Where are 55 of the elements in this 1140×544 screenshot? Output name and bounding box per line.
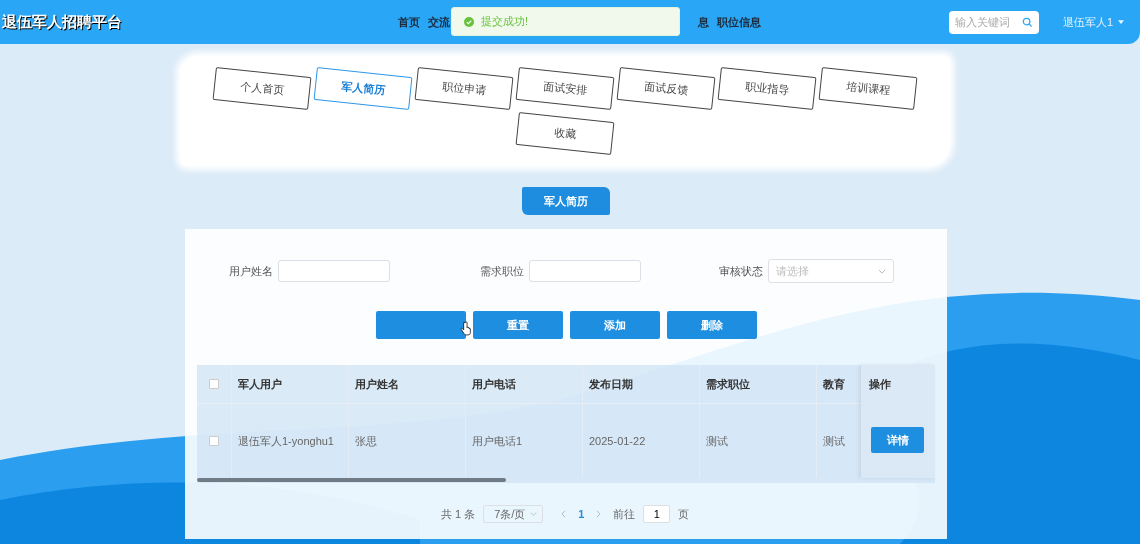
nav-link[interactable]: 职位信息 — [717, 14, 761, 30]
page-size-select[interactable]: 7条/页 — [483, 505, 544, 523]
column-header: 操作 — [869, 376, 891, 392]
checkbox[interactable] — [209, 436, 219, 446]
column-header: 需求职位 — [706, 376, 750, 392]
table-cell: 测试 — [823, 433, 845, 449]
action-button[interactable]: 添加 — [570, 311, 660, 339]
scrollbar-thumb[interactable] — [197, 478, 506, 482]
nav-link[interactable]: 息 — [698, 14, 709, 30]
search-icon[interactable] — [1022, 16, 1033, 28]
table-cell: 用户电话1 — [472, 433, 523, 449]
table-cell: 测试 — [706, 433, 728, 449]
total-count: 共 1 条 — [441, 506, 476, 522]
column-header: 教育 — [823, 376, 845, 392]
tab[interactable]: 职业指导 — [717, 67, 817, 110]
input-field[interactable] — [278, 260, 390, 282]
page-input[interactable]: 1 — [643, 505, 671, 523]
previous-icon[interactable] — [561, 510, 567, 518]
tab[interactable]: 军人简历 — [313, 67, 413, 110]
tab[interactable]: 面试安排 — [515, 67, 615, 110]
tab[interactable]: 收藏 — [515, 112, 615, 155]
tab[interactable]: 职位申请 — [414, 67, 514, 110]
field-label: 需求职位 — [480, 263, 525, 279]
nav-link[interactable]: 首页 — [398, 14, 420, 30]
action-button[interactable]: 重置 — [473, 311, 563, 339]
table-cell: 张思 — [355, 433, 377, 449]
table-cell: 退伍军人1-yonghu1 — [238, 433, 334, 449]
section-title: 军人简历 — [522, 187, 610, 215]
chevron-icon — [877, 268, 886, 274]
input-field[interactable] — [529, 260, 642, 282]
field-label: 用户姓名 — [229, 263, 273, 279]
caret-icon — [1118, 20, 1125, 24]
field-label: 审核状态 — [718, 263, 763, 279]
next-icon[interactable] — [596, 510, 602, 518]
check-icon — [464, 16, 474, 27]
page-suffix: 页 — [678, 506, 690, 522]
column-header: 用户电话 — [472, 376, 516, 392]
tab[interactable]: 个人首页 — [212, 67, 312, 110]
page-number[interactable]: 1 — [578, 508, 585, 520]
column-header: 军人用户 — [238, 376, 282, 392]
checkbox[interactable] — [209, 379, 219, 389]
table-cell: 2025-01-22 — [589, 435, 646, 447]
column-header: 发布日期 — [589, 376, 633, 392]
detail-button[interactable]: 详情 — [871, 427, 924, 453]
search-field[interactable]: 输入关键词 — [949, 10, 1039, 34]
toast-message: 提交成功! — [481, 14, 529, 29]
nav-link[interactable]: 交流 — [428, 14, 450, 30]
query-button[interactable] — [376, 311, 466, 339]
action-button[interactable]: 删除 — [667, 311, 757, 339]
tab[interactable]: 培训课程 — [818, 67, 918, 110]
column-header: 用户姓名 — [355, 376, 399, 392]
tab[interactable]: 面试反馈 — [616, 67, 716, 110]
chevron-icon — [530, 512, 538, 516]
pointer-cursor-icon — [460, 321, 471, 336]
goto-label: 前往 — [613, 506, 636, 522]
